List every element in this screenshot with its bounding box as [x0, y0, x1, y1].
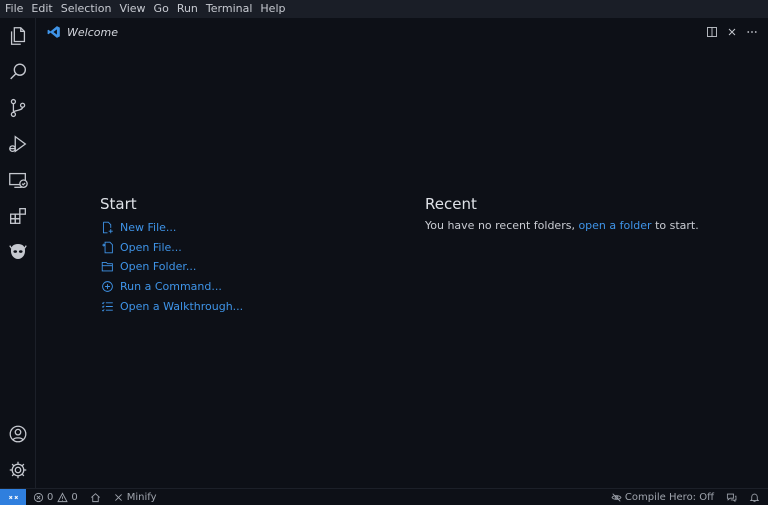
editor-actions — [700, 24, 760, 40]
new-file-icon — [102, 222, 113, 234]
notifications-item[interactable] — [749, 492, 760, 503]
source-control-icon[interactable] — [6, 96, 30, 120]
feedback-icon — [726, 493, 737, 503]
more-actions-icon[interactable] — [744, 24, 760, 40]
editor-tab-bar: Welcome — [37, 18, 768, 46]
open-file-icon — [102, 241, 113, 254]
bell-icon — [749, 493, 760, 503]
remote-icon — [8, 495, 18, 499]
feedback-item[interactable] — [726, 492, 737, 503]
minify-label: Minify — [126, 491, 157, 503]
menu-view[interactable]: View — [118, 0, 149, 18]
recent-text-after: to start. — [651, 219, 699, 232]
tab-welcome[interactable]: Welcome — [47, 24, 118, 40]
walkthrough-link: Open a Walkthrough... — [120, 299, 244, 313]
search-icon[interactable] — [6, 60, 30, 84]
start-heading: Start — [100, 195, 137, 213]
close-icon[interactable] — [724, 24, 740, 40]
menu-run[interactable]: Run — [176, 0, 202, 18]
start-item-new-file[interactable]: New File... — [101, 218, 243, 238]
menu-go[interactable]: Go — [153, 0, 173, 18]
error-icon — [33, 492, 44, 502]
alien-icon[interactable] — [6, 240, 30, 264]
split-editor-icon[interactable] — [704, 24, 720, 40]
remote-explorer-icon[interactable] — [6, 168, 30, 192]
remote-indicator[interactable] — [0, 488, 26, 505]
open-file-link: Open File... — [120, 240, 182, 254]
run-command-icon — [102, 281, 113, 292]
error-count: 0 — [47, 491, 54, 503]
status-bar: 0 0 Minify Compile Hero: Off — [0, 488, 768, 505]
settings-gear-icon[interactable] — [6, 458, 30, 482]
recent-text-before: You have no recent folders, — [425, 219, 579, 232]
open-folder-icon — [101, 262, 113, 272]
walkthrough-icon — [101, 301, 113, 312]
new-file-link: New File... — [120, 221, 177, 235]
menu-bar: File Edit Selection View Go Run Terminal… — [0, 0, 768, 18]
problems-indicator[interactable]: 0 0 — [33, 492, 78, 503]
start-list: New File... Open File... Open Folder... … — [101, 218, 243, 316]
eye-off-icon — [611, 493, 622, 502]
compile-hero-label: Compile Hero: Off — [624, 492, 714, 503]
menu-edit[interactable]: Edit — [30, 0, 56, 18]
start-item-open-file[interactable]: Open File... — [101, 238, 243, 258]
recent-heading: Recent — [425, 195, 477, 213]
menu-terminal[interactable]: Terminal — [205, 0, 257, 18]
open-folder-inline-link[interactable]: open a folder — [578, 219, 651, 232]
home-item[interactable] — [90, 492, 101, 503]
home-icon — [90, 492, 100, 502]
menu-help[interactable]: Help — [259, 0, 289, 18]
tab-label: Welcome — [67, 25, 118, 39]
start-item-walkthrough[interactable]: Open a Walkthrough... — [101, 296, 243, 316]
status-bar-right: Compile Hero: Off — [599, 489, 760, 505]
open-folder-link: Open Folder... — [120, 260, 197, 274]
minify-item[interactable]: Minify — [113, 492, 157, 503]
compile-hero-item[interactable]: Compile Hero: Off — [611, 492, 714, 503]
start-item-open-folder[interactable]: Open Folder... — [101, 257, 243, 277]
minify-icon — [114, 493, 122, 501]
account-icon[interactable] — [6, 422, 30, 446]
recent-empty-message: You have no recent folders, open a folde… — [425, 219, 699, 232]
activity-bar — [0, 18, 36, 488]
warning-icon — [57, 491, 69, 502]
explorer-icon[interactable] — [6, 24, 30, 48]
warning-count: 0 — [71, 491, 78, 503]
run-debug-icon[interactable] — [6, 132, 30, 156]
menu-file[interactable]: File — [4, 0, 27, 18]
run-command-link: Run a Command... — [120, 280, 222, 294]
start-item-run-command[interactable]: Run a Command... — [101, 277, 243, 297]
vscode-logo-icon — [47, 26, 60, 38]
menu-selection[interactable]: Selection — [60, 0, 116, 18]
extensions-icon[interactable] — [6, 204, 30, 228]
